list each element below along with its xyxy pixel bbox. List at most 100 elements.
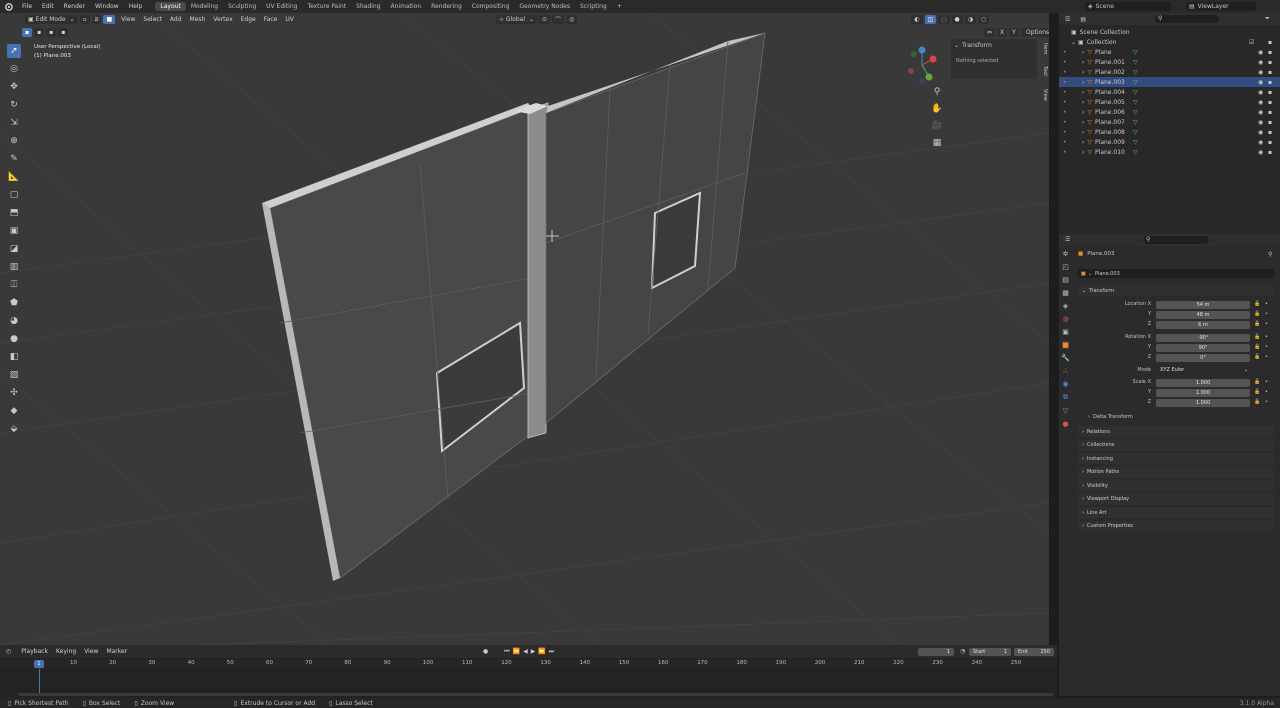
keyframe-dot-icon[interactable]: • (1265, 301, 1268, 307)
eye-icon[interactable]: ◉ (1258, 139, 1263, 146)
add-workspace-button[interactable]: + (612, 2, 627, 11)
render-tab-icon[interactable]: ◰ (1062, 263, 1069, 271)
keyframe-dot-icon[interactable]: • (1265, 321, 1268, 327)
overlay-toggle-icon[interactable]: ◐ (911, 15, 923, 24)
eye-icon[interactable]: ◉ (1258, 129, 1263, 136)
camera-icon[interactable]: ▪ (1268, 139, 1272, 146)
object-datablock-field[interactable]: ■ ⌄ Plane.003 (1078, 269, 1274, 278)
property-panel-header[interactable]: › Viewport Display (1078, 493, 1274, 505)
record-icon[interactable]: ● (483, 648, 488, 656)
jump-end-icon[interactable]: ⏭ (549, 648, 554, 656)
lock-icon[interactable]: 🔓 (1254, 354, 1260, 360)
snap-icon[interactable]: ⌒ (552, 15, 565, 24)
proportional-edit-icon[interactable]: ◎ (566, 15, 578, 24)
menu-view[interactable]: View (117, 16, 139, 23)
property-panel-header[interactable]: › Visibility (1078, 480, 1274, 491)
chevron-right-icon[interactable]: › (1082, 79, 1084, 86)
chevron-right-icon[interactable]: › (1082, 49, 1084, 56)
options-dropdown[interactable]: Options (1023, 28, 1049, 37)
jump-keyframe-back-icon[interactable]: ⏪ (513, 648, 520, 656)
tab-animation[interactable]: Animation (386, 2, 427, 11)
transform-tool-icon[interactable]: ⊕ (7, 134, 21, 148)
lock-icon[interactable]: 🔓 (1254, 334, 1260, 340)
location-y-field[interactable]: 48 m (1156, 311, 1250, 319)
lock-icon[interactable]: 🔓 (1254, 301, 1260, 307)
transform-orientation-dropdown[interactable]: ⊹ Global ⌄ (495, 15, 538, 24)
navigation-gizmo-icon[interactable] (908, 46, 937, 85)
menu-timeline-view[interactable]: View (80, 648, 102, 655)
mesh-tool-icon[interactable]: ⬙ (7, 422, 21, 436)
outliner-item[interactable]: • › ▽ Plane.002 ▽ ◉ ▪ (1059, 67, 1280, 77)
eye-icon[interactable]: ◉ (1258, 149, 1263, 156)
shading-material-icon[interactable]: ◑ (964, 15, 976, 24)
display-mode-icon[interactable]: ▤ (1080, 16, 1086, 23)
property-panel-header[interactable]: › Relations (1078, 426, 1274, 437)
scene-tab-icon[interactable]: ◈ (1063, 302, 1068, 310)
playhead-marker[interactable]: 1 (34, 660, 44, 668)
pan-hand-icon[interactable]: ✋ (930, 102, 944, 116)
eye-icon[interactable]: ◉ (1258, 99, 1263, 106)
collection-tab-icon[interactable]: ▣ (1062, 328, 1069, 336)
outliner-item[interactable]: • › ▽ Plane.009 ▽ ◉ ▪ (1059, 137, 1280, 147)
outliner-search-input[interactable]: ⚲ (1155, 15, 1219, 23)
keyframe-dot-icon[interactable]: • (1265, 354, 1268, 360)
timeline-scrollbar[interactable] (18, 693, 1053, 696)
mirror-x-toggle[interactable]: X (997, 28, 1008, 37)
menu-edge[interactable]: Edge (237, 16, 260, 23)
zoom-icon[interactable]: ⚲ (930, 85, 944, 99)
menu-mesh[interactable]: Mesh (186, 16, 210, 23)
lock-icon[interactable]: 🔓 (1254, 311, 1260, 317)
editor-type-icon[interactable]: ◴ (6, 648, 11, 655)
outliner-item[interactable]: • › ▽ Plane.004 ▽ ◉ ▪ (1059, 87, 1280, 97)
scale-tool-icon[interactable]: ⇲ (7, 116, 21, 130)
menu-render[interactable]: Render (59, 3, 90, 10)
tab-shading[interactable]: Shading (351, 2, 385, 11)
mode-dropdown[interactable]: ▣ Edit Mode ⌄ (25, 15, 78, 24)
particles-tab-icon[interactable]: ∴ (1063, 367, 1067, 375)
material-tab-icon[interactable]: ● (1062, 420, 1068, 428)
tab-modeling[interactable]: Modeling (186, 2, 223, 11)
poly-build-tool-icon[interactable]: ⬟ (7, 296, 21, 310)
bevel-tool-icon[interactable]: ◪ (7, 242, 21, 256)
editor-type-icon[interactable]: ☰ (1065, 16, 1070, 23)
rotation-mode-dropdown[interactable]: XYZ Euler ⌄ (1156, 366, 1251, 375)
edge-slide-tool-icon[interactable]: ◧ (7, 350, 21, 364)
chevron-right-icon[interactable]: › (1082, 149, 1084, 156)
lock-icon[interactable]: 🔓 (1254, 344, 1260, 350)
outliner-item[interactable]: • › ▽ Plane.006 ▽ ◉ ▪ (1059, 107, 1280, 117)
eye-icon[interactable]: ◉ (1258, 109, 1263, 116)
location-z-field[interactable]: 6 m (1156, 321, 1250, 329)
loop-cut-tool-icon[interactable]: ▥ (7, 260, 21, 274)
select-box-mode-icon[interactable]: ▪ (22, 28, 33, 37)
shading-solid-icon[interactable]: ● (951, 15, 963, 24)
menu-marker[interactable]: Marker (102, 648, 131, 655)
play-reverse-icon[interactable]: ◀ (523, 648, 528, 656)
start-frame-field[interactable]: Start 1 (969, 648, 1011, 656)
keyframe-dot-icon[interactable]: • (1265, 399, 1268, 405)
property-panel-header[interactable]: › Instancing (1078, 453, 1274, 464)
delta-transform-header[interactable]: › Delta Transform (1088, 414, 1133, 420)
sidebar-tab-view[interactable]: View (1042, 89, 1048, 101)
camera-icon[interactable]: ▪ (1268, 39, 1272, 46)
keyframe-dot-icon[interactable]: • (1265, 379, 1268, 385)
sidebar-tab-item[interactable]: Item (1042, 43, 1048, 54)
outliner-item[interactable]: • › ▽ Plane.007 ▽ ◉ ▪ (1059, 117, 1280, 127)
select-extend-mode-icon[interactable]: ▪ (34, 28, 45, 37)
property-panel-header[interactable]: › Collections (1078, 439, 1274, 451)
menu-vertex[interactable]: Vertex (209, 16, 236, 23)
tab-sculpting[interactable]: Sculpting (223, 2, 261, 11)
outliner-item[interactable]: • › ▽ Plane ▽ ◉ ▪ (1059, 47, 1280, 57)
chevron-right-icon[interactable]: › (1082, 119, 1084, 126)
cursor-tool-icon[interactable]: ◎ (7, 62, 21, 76)
tab-scripting[interactable]: Scripting (575, 2, 612, 11)
checkbox-icon[interactable]: ☑ (1249, 39, 1254, 46)
move-tool-icon[interactable]: ✥ (7, 80, 21, 94)
jump-keyframe-forward-icon[interactable]: ⏩ (538, 648, 545, 656)
chevron-right-icon[interactable]: › (1082, 129, 1084, 136)
inset-tool-icon[interactable]: ▣ (7, 224, 21, 238)
outliner-item[interactable]: • › ▽ Plane.003 ▽ ◉ ▪ (1059, 77, 1280, 87)
world-tab-icon[interactable]: ◍ (1062, 315, 1068, 323)
camera-icon[interactable]: ▪ (1268, 129, 1272, 136)
mirror-icon[interactable]: ⇔ (984, 28, 996, 37)
chevron-right-icon[interactable]: › (1082, 139, 1084, 146)
